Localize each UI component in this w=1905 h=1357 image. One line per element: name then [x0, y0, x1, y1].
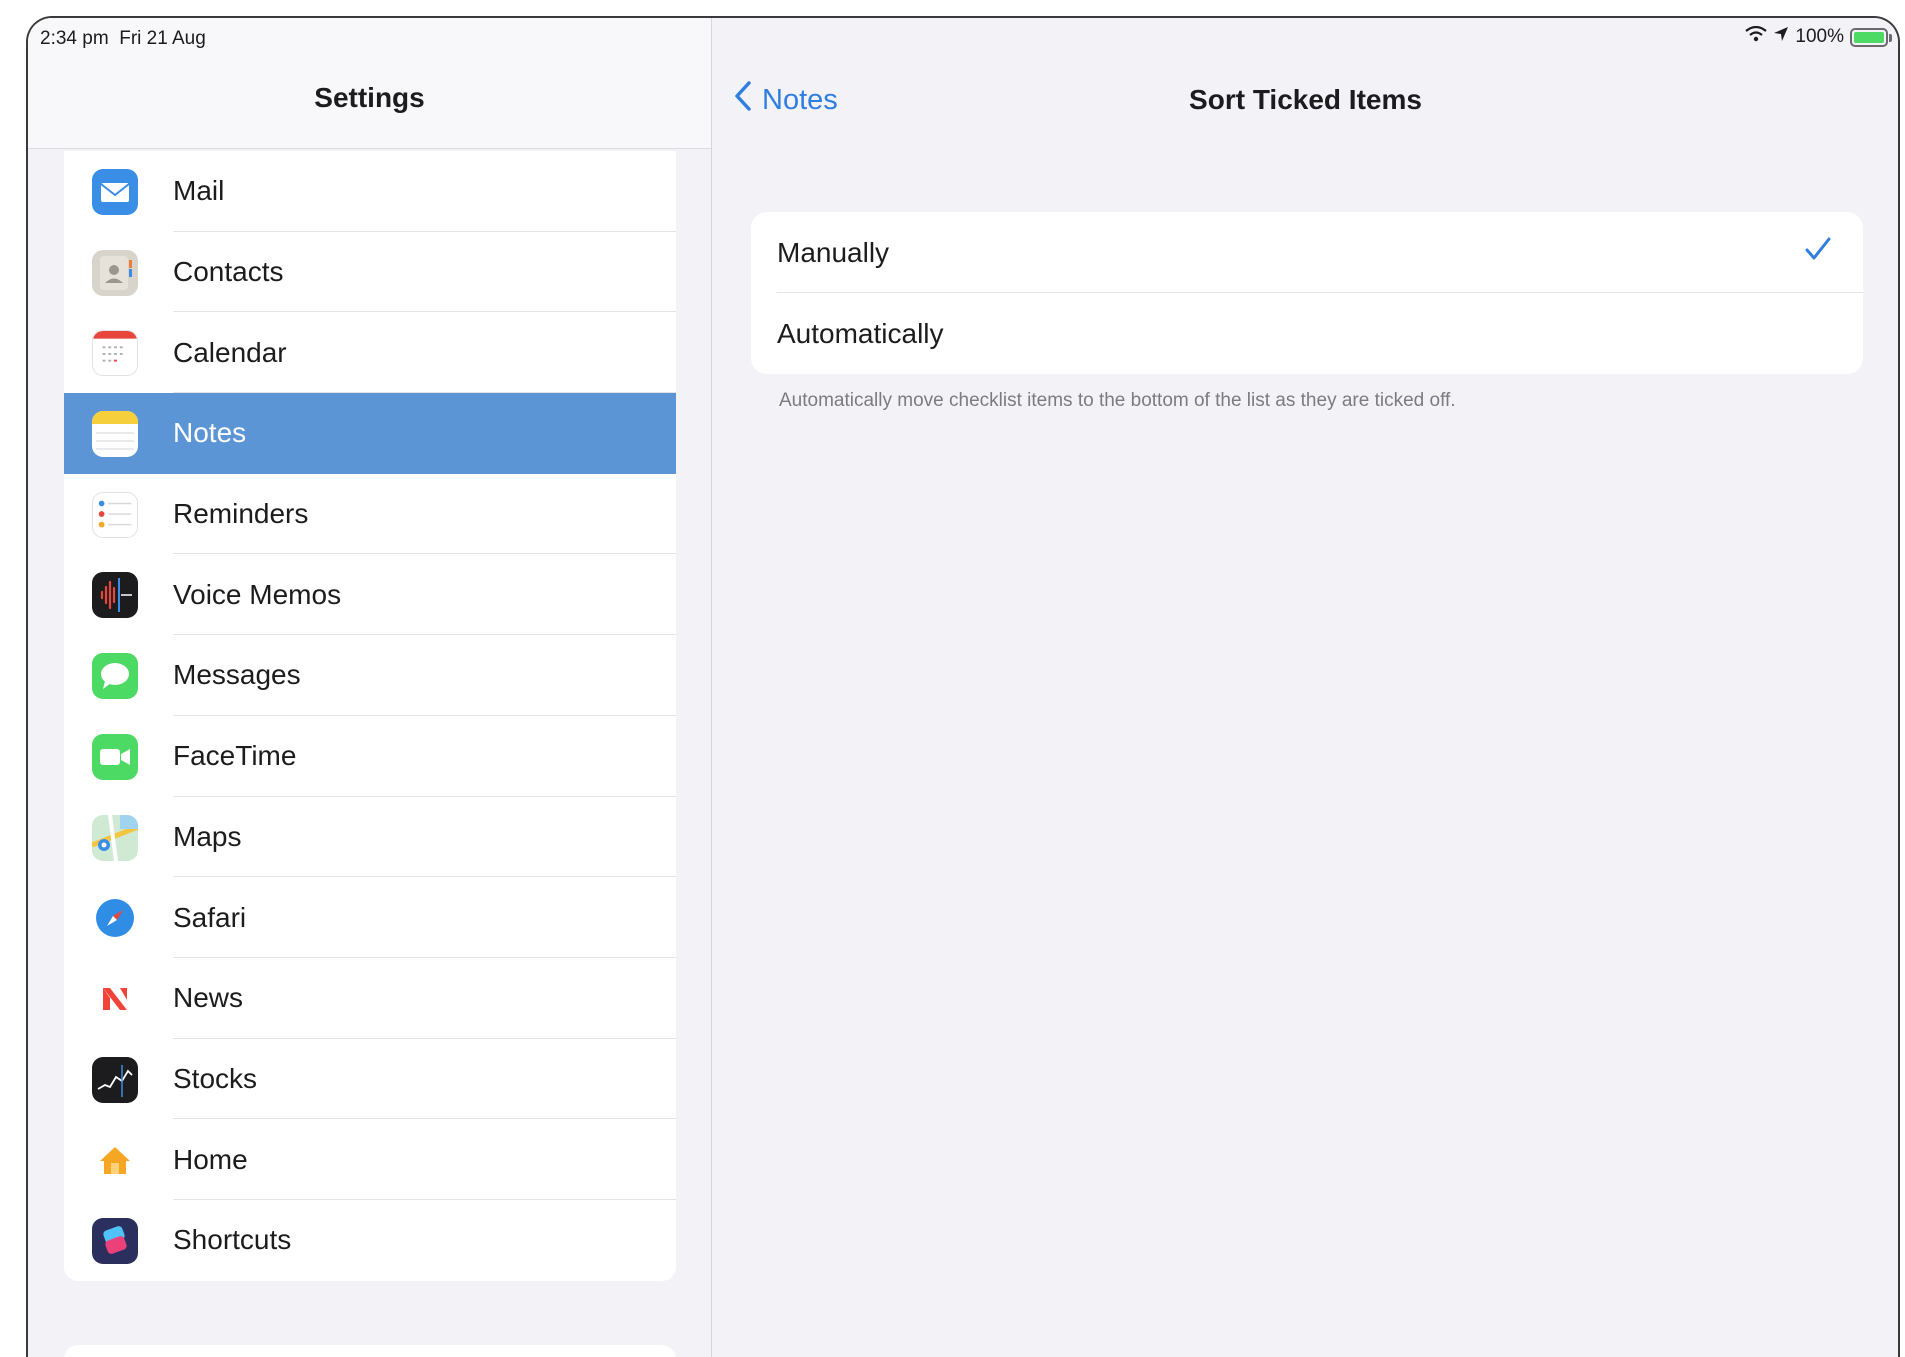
detail-pane: 100% Notes Sort Ticked Items Manually Au…: [713, 18, 1898, 1357]
shortcuts-icon: [92, 1217, 138, 1264]
messages-icon: [92, 653, 138, 700]
sidebar-item-label: Safari: [173, 901, 247, 933]
sidebar-item-label: Voice Memos: [173, 578, 342, 610]
page-title: Sort Ticked Items: [1189, 84, 1422, 115]
maps-icon: [92, 814, 138, 861]
mail-icon: [92, 169, 138, 215]
sidebar-item-maps[interactable]: Maps: [64, 796, 676, 878]
contacts-icon: [92, 249, 138, 296]
location-arrow-icon: [1773, 26, 1789, 48]
safari-icon: [92, 895, 138, 942]
sidebar-item-messages[interactable]: Messages: [64, 635, 676, 716]
option-label: Automatically: [777, 317, 944, 349]
reminders-icon: [92, 491, 138, 538]
sidebar-item-stocks[interactable]: Stocks: [64, 1038, 676, 1120]
settings-sidebar: 2:34 pm Fri 21 Aug Settings Mail Contact…: [28, 18, 712, 1357]
stocks-icon: [92, 1056, 138, 1103]
option-label: Manually: [777, 236, 890, 268]
sidebar-item-notes[interactable]: Notes: [64, 393, 676, 474]
sidebar-item-contacts[interactable]: Contacts: [64, 231, 676, 313]
news-icon: [92, 975, 138, 1022]
next-settings-group: [64, 1345, 676, 1357]
sidebar-item-label: News: [173, 982, 244, 1014]
sidebar-item-label: Notes: [173, 417, 247, 449]
status-time-date: 2:34 pm Fri 21 Aug: [40, 28, 206, 49]
sidebar-item-label: Home: [173, 1143, 248, 1175]
sidebar-item-news[interactable]: News: [64, 957, 676, 1039]
sidebar-item-label: Maps: [173, 820, 242, 852]
sidebar-item-home[interactable]: Home: [64, 1119, 676, 1200]
sidebar-item-label: Messages: [173, 659, 301, 691]
sidebar-item-label: Shortcuts: [173, 1224, 292, 1256]
ipad-screen: 2:34 pm Fri 21 Aug Settings Mail Contact…: [26, 16, 1900, 1357]
options-footer-note: Automatically move checklist items to th…: [779, 390, 1456, 411]
sidebar-item-mail[interactable]: Mail: [64, 151, 676, 232]
home-icon: [92, 1137, 138, 1184]
sidebar-item-label: Calendar: [173, 336, 287, 368]
sidebar-item-label: Reminders: [173, 498, 309, 530]
sidebar-item-label: Stocks: [173, 1062, 258, 1094]
sidebar-item-label: FaceTime: [173, 740, 297, 772]
sort-options-group: Manually Automatically: [751, 212, 1863, 374]
wifi-icon: [1745, 25, 1768, 48]
sidebar-item-safari[interactable]: Safari: [64, 877, 676, 958]
sidebar-item-reminders[interactable]: Reminders: [64, 473, 676, 555]
sidebar-item-facetime[interactable]: FaceTime: [64, 715, 676, 797]
battery-percentage: 100%: [1795, 26, 1844, 47]
sidebar-item-calendar[interactable]: Calendar: [64, 312, 676, 394]
facetime-icon: [92, 733, 138, 780]
calendar-icon: [92, 330, 138, 377]
sidebar-item-shortcuts[interactable]: Shortcuts: [64, 1199, 676, 1281]
sidebar-item-label: Contacts: [173, 256, 284, 288]
battery-icon: [1850, 27, 1892, 47]
sidebar-header: 2:34 pm Fri 21 Aug Settings: [28, 18, 711, 149]
sidebar-title: Settings: [314, 82, 425, 113]
status-indicators: 100%: [1745, 25, 1892, 48]
sidebar-item-voice-memos[interactable]: Voice Memos: [64, 554, 676, 636]
notes-icon: [92, 411, 138, 458]
settings-list: Mail Contacts Calendar Notes Reminders V…: [64, 151, 676, 1281]
checkmark-icon: [1803, 234, 1833, 269]
option-automatically[interactable]: Automatically: [751, 293, 1863, 374]
sidebar-item-label: Mail: [173, 175, 225, 207]
option-manually[interactable]: Manually: [751, 212, 1863, 293]
voice-memos-icon: [92, 572, 138, 619]
